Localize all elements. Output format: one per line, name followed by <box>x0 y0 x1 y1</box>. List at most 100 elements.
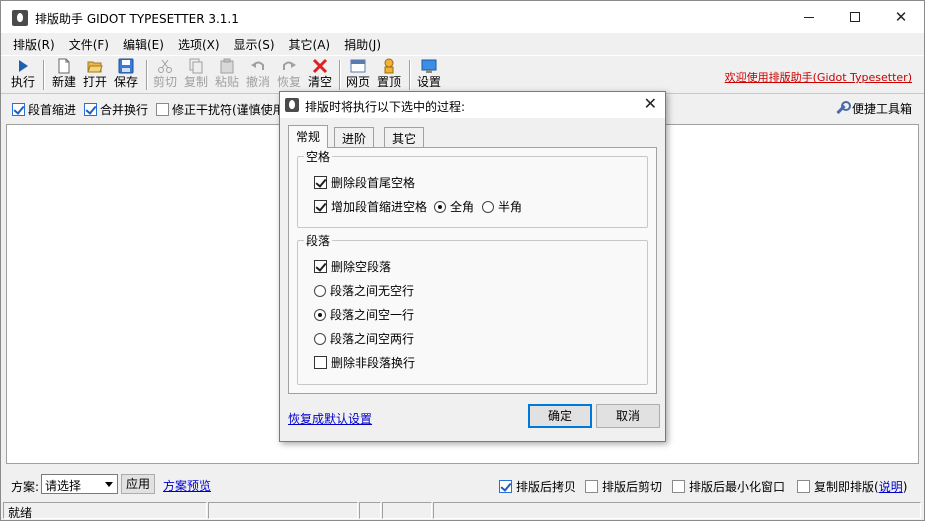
group-space-label: 空格 <box>304 148 333 165</box>
menu-donate[interactable]: 捐助(J) <box>337 33 388 55</box>
save-button[interactable]: 保存 <box>114 58 138 92</box>
app-logo-icon <box>12 10 28 26</box>
dialog-title-bar: 排版时将执行以下选中的过程: ✕ <box>280 92 665 118</box>
open-button[interactable]: 打开 <box>83 58 107 92</box>
minimize-after-label: 排版后最小化窗口 <box>689 480 786 494</box>
clear-x-icon <box>312 58 328 74</box>
menu-view[interactable]: 显示(S) <box>227 33 282 55</box>
paste-button[interactable]: 粘贴 <box>215 58 239 92</box>
minimize-icon <box>804 16 814 18</box>
tab-other[interactable]: 其它 <box>384 127 425 147</box>
copy-after-checkbox[interactable] <box>499 480 512 493</box>
indent-option[interactable]: 段首缩进 <box>12 101 76 118</box>
cancel-button[interactable]: 取消 <box>596 404 660 428</box>
toolbar-separator <box>43 60 45 90</box>
tab-panel-general: 空格 删除段首尾空格 增加段首缩进空格 全角 半角 段落 删除空段落 段落之间无… <box>288 147 657 394</box>
undo-button[interactable]: 撤消 <box>246 58 270 92</box>
cut-after-checkbox[interactable] <box>585 480 598 493</box>
group-paragraph-label: 段落 <box>304 232 333 249</box>
new-label: 新建 <box>52 75 77 89</box>
monitor-settings-icon <box>421 58 437 74</box>
settings-label: 设置 <box>417 75 442 89</box>
explain-link[interactable]: 说明 <box>879 480 903 494</box>
indent-label: 段首缩进 <box>28 103 77 117</box>
menu-other[interactable]: 其它(A) <box>282 33 338 55</box>
remove-trailing-space-option[interactable]: 删除段首尾空格 <box>314 174 415 191</box>
add-indent-space-option[interactable]: 增加段首缩进空格 <box>314 198 427 215</box>
copy-to-typeset-option[interactable]: 复制即排版(说明) <box>797 478 907 495</box>
merge-lines-checkbox[interactable] <box>84 103 97 116</box>
no-blank-line-radio[interactable] <box>314 285 326 297</box>
scheme-select[interactable]: 请选择 <box>41 474 118 494</box>
toolbar-separator <box>146 60 148 90</box>
menu-file[interactable]: 文件(F) <box>62 33 116 55</box>
copy-after-option[interactable]: 排版后拷贝 <box>499 478 576 495</box>
menu-options[interactable]: 选项(X) <box>171 33 227 55</box>
remove-empty-paragraph-option[interactable]: 删除空段落 <box>314 258 391 275</box>
minimize-button[interactable] <box>786 1 832 33</box>
web-label: 网页 <box>346 75 371 89</box>
toolbox-button[interactable]: 便捷工具箱 <box>834 100 912 117</box>
menu-edit[interactable]: 编辑(E) <box>116 33 171 55</box>
fix-interference-checkbox[interactable] <box>156 103 169 116</box>
clear-button[interactable]: 清空 <box>308 58 332 92</box>
minimize-after-checkbox[interactable] <box>672 480 685 493</box>
settings-button[interactable]: 设置 <box>417 58 441 92</box>
ok-button[interactable]: 确定 <box>528 404 592 428</box>
redo-label: 恢复 <box>277 75 302 89</box>
maximize-button[interactable] <box>832 1 878 33</box>
redo-icon <box>281 58 297 74</box>
full-width-option[interactable]: 全角 <box>434 198 474 215</box>
redo-button[interactable]: 恢复 <box>277 58 301 92</box>
full-width-radio[interactable] <box>434 201 446 213</box>
pin-top-label: 置顶 <box>377 75 402 89</box>
fix-interference-option[interactable]: 修正干扰符(谨慎使用 <box>156 101 285 118</box>
restore-defaults-link[interactable]: 恢复成默认设置 <box>288 410 372 427</box>
remove-non-paragraph-break-checkbox[interactable] <box>314 356 327 369</box>
menu-typeset[interactable]: 排版(R) <box>6 33 62 55</box>
dialog-close-icon[interactable]: ✕ <box>644 94 657 113</box>
merge-lines-option[interactable]: 合并换行 <box>84 101 148 118</box>
html-page-icon <box>350 58 366 74</box>
run-button[interactable]: 执行 <box>11 58 35 92</box>
tab-general[interactable]: 常规 <box>288 125 329 148</box>
wrench-icon <box>834 101 851 115</box>
toolbar: 执行 新建 打开 保存 剪切 复制 粘贴 撤消 恢复 清空 网页 置顶 设置 欢… <box>1 55 924 93</box>
status-panel <box>382 502 432 519</box>
one-blank-line-radio[interactable] <box>314 309 326 321</box>
copy-button[interactable]: 复制 <box>184 58 208 92</box>
tab-advanced[interactable]: 进阶 <box>334 127 375 147</box>
two-blank-lines-option[interactable]: 段落之间空两行 <box>314 330 414 347</box>
remove-non-paragraph-break-option[interactable]: 删除非段落换行 <box>314 354 415 371</box>
minimize-after-option[interactable]: 排版后最小化窗口 <box>672 478 785 495</box>
cut-after-option[interactable]: 排版后剪切 <box>585 478 662 495</box>
web-button[interactable]: 网页 <box>346 58 370 92</box>
welcome-link[interactable]: 欢迎使用排版助手(Gidot Typesetter) <box>725 69 912 85</box>
maximize-icon <box>850 12 860 22</box>
one-blank-line-option[interactable]: 段落之间空一行 <box>314 306 414 323</box>
undo-icon <box>250 58 266 74</box>
paren-close: ) <box>902 480 908 494</box>
apply-button[interactable]: 应用 <box>121 474 155 494</box>
half-width-option[interactable]: 半角 <box>482 198 522 215</box>
save-label: 保存 <box>114 75 139 89</box>
close-button[interactable]: ✕ <box>878 1 924 33</box>
dialog-app-icon <box>285 98 299 112</box>
half-width-radio[interactable] <box>482 201 494 213</box>
bottom-bar: 方案: 请选择 应用 方案预览 排版后拷贝 排版后剪切 排版后最小化窗口 复制即… <box>1 470 924 500</box>
no-blank-line-option[interactable]: 段落之间无空行 <box>314 282 414 299</box>
open-folder-icon <box>87 58 103 74</box>
remove-trailing-space-checkbox[interactable] <box>314 176 327 189</box>
remove-empty-paragraph-checkbox[interactable] <box>314 260 327 273</box>
add-indent-space-checkbox[interactable] <box>314 200 327 213</box>
indent-checkbox[interactable] <box>12 103 25 116</box>
new-button[interactable]: 新建 <box>52 58 76 92</box>
status-bar: 就绪 <box>1 500 924 520</box>
pin-top-button[interactable]: 置顶 <box>377 58 401 92</box>
copy-to-typeset-checkbox[interactable] <box>797 480 810 493</box>
cut-button[interactable]: 剪切 <box>153 58 177 92</box>
one-blank-line-label: 段落之间空一行 <box>330 308 415 322</box>
scheme-preview-link[interactable]: 方案预览 <box>163 477 211 494</box>
two-blank-lines-radio[interactable] <box>314 333 326 345</box>
full-width-label: 全角 <box>450 200 475 214</box>
